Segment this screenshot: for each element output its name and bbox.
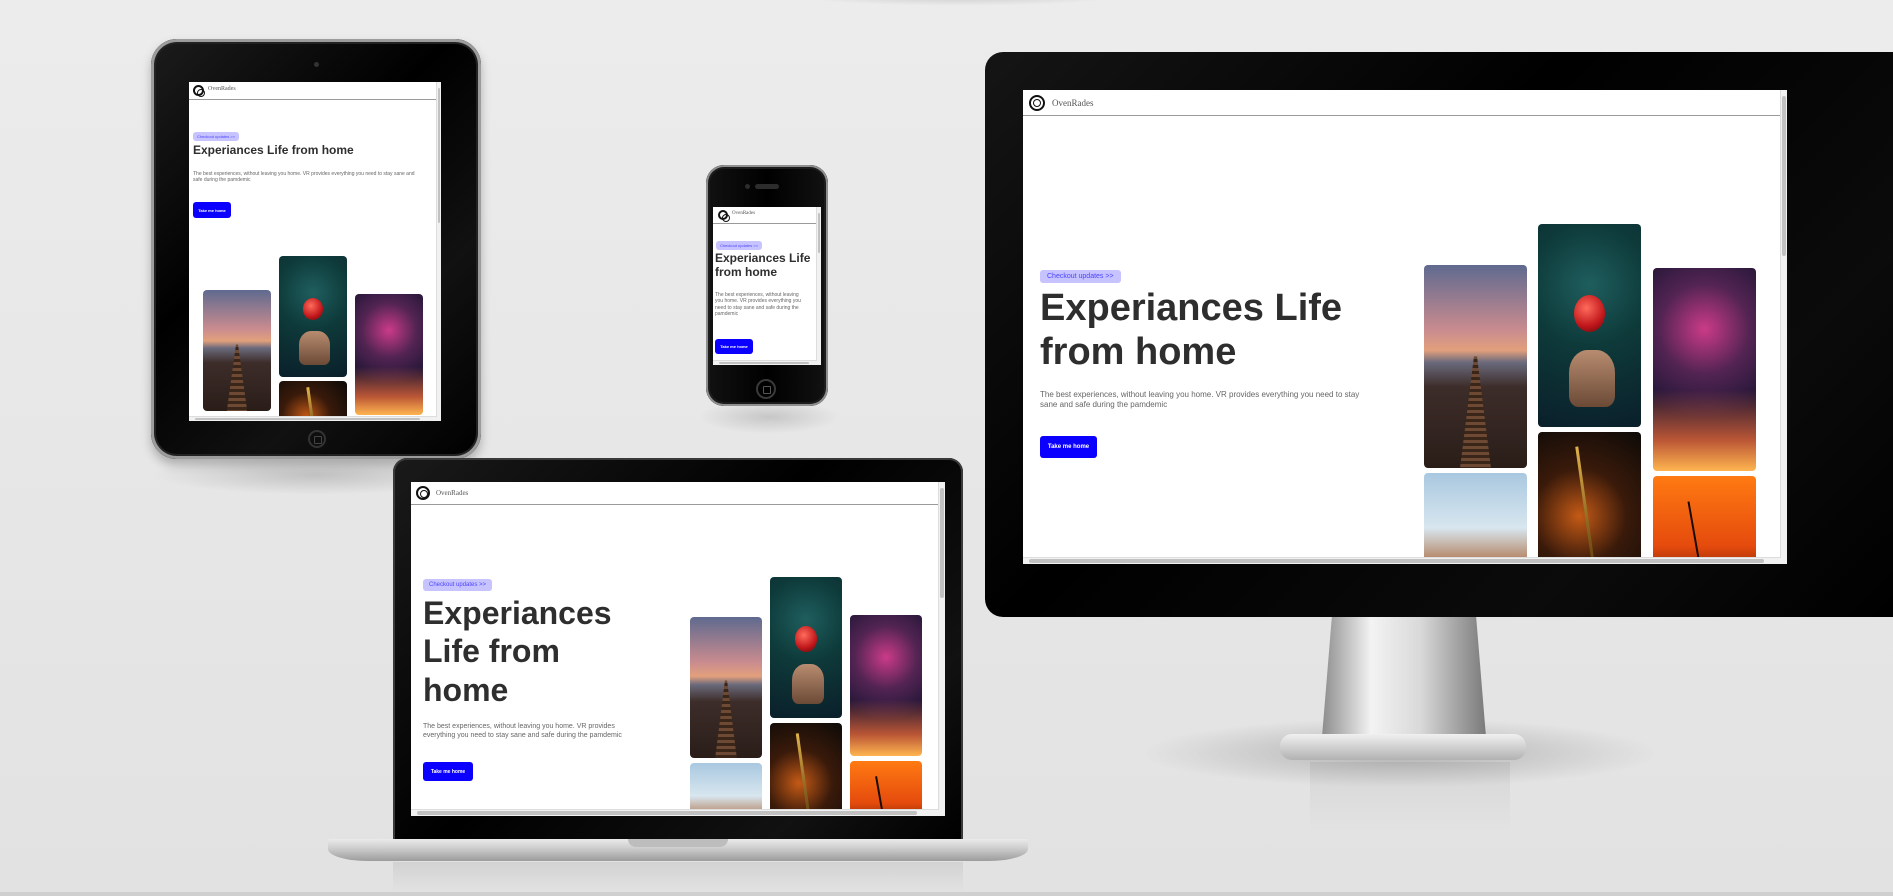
gallery-image-apple [1538,224,1641,427]
brand-name[interactable]: OvenRades [1052,98,1094,108]
monitor-reflection [1310,762,1510,832]
monitor-screen: OvenRades Checkout updates >> Experiance… [1023,90,1787,564]
monitor-site: OvenRades Checkout updates >> Experiance… [1023,90,1787,564]
monitor-stand-neck [1322,617,1486,737]
updates-badge[interactable]: Checkout updates >> [1040,270,1121,283]
gallery-image-apple [770,577,842,718]
navbar: OvenRades [1023,90,1787,116]
gallery-image-fireworks [355,294,423,415]
gallery-image-fireworks [850,615,922,756]
vertical-scrollbar[interactable] [1780,90,1787,564]
tablet-screen: OvenRades Checkout updates >> Experiance… [189,82,441,421]
gallery-image-fireworks [1653,268,1756,471]
vertical-scrollbar[interactable] [938,482,945,816]
take-me-home-button[interactable]: Take me home [715,339,753,354]
phone-site: OvenRades Checkout updates >> Experiance… [713,207,821,365]
navbar: OvenRades [713,207,821,224]
hero-title: Experiances Life from home [423,595,612,708]
navbar: OvenRades [411,482,945,505]
take-me-home-button[interactable]: Take me home [1040,436,1097,458]
mockup-canvas: { "site": { "brand": "OvenRades", "badge… [0,0,1893,896]
hero-subtitle: The best experiences, without leaving yo… [193,171,415,184]
laptop-screen: OvenRades Checkout updates >> Experiance… [411,482,945,816]
horizontal-scrollbar[interactable] [189,416,437,421]
gallery-image-sky [1424,473,1527,564]
gallery-image-orange [1653,476,1756,564]
phone-speaker [755,184,779,189]
gallery-image-pier [1424,265,1527,468]
vertical-scrollbar[interactable] [436,82,441,421]
horizontal-scrollbar[interactable] [411,809,939,816]
hero-title: Experiances Life from home [715,251,811,279]
brand-name[interactable]: OvenRades [732,211,755,216]
gallery-image-plants [770,723,842,816]
updates-badge[interactable]: Checkout updates >> [423,579,493,591]
hero-title: Experiances Life from home [1040,287,1343,373]
horizontal-scrollbar[interactable] [713,360,817,365]
laptop-site: OvenRades Checkout updates >> Experiance… [411,482,945,816]
horizontal-scrollbar[interactable] [1023,557,1781,564]
logo-icon[interactable] [1029,95,1045,111]
laptop-reflection [393,862,963,892]
phone-home-button [756,379,776,399]
gallery-image-pier [690,617,762,758]
vertical-scrollbar[interactable] [816,207,821,365]
hero-subtitle: The best experiences, without leaving yo… [715,292,801,317]
logo-icon[interactable] [193,85,205,97]
hero-subtitle: The best experiences, without leaving yo… [1040,390,1360,409]
phone-screen: OvenRades Checkout updates >> Experiance… [713,207,821,365]
laptop-notch [628,839,728,847]
gallery-image-orange [850,761,922,816]
logo-icon[interactable] [416,486,430,500]
gallery-image-plants [1538,432,1641,564]
hero-subtitle: The best experiences, without leaving yo… [423,723,622,739]
updates-badge[interactable]: Checkout updates >> [193,132,240,141]
gallery-image-apple [279,256,347,377]
hero-title: Experiances Life from home [193,143,354,157]
phone-camera-icon [745,184,750,189]
take-me-home-button[interactable]: Take me home [193,202,231,218]
brand-name[interactable]: OvenRades [208,86,236,92]
navbar: OvenRades [189,82,441,100]
tablet-camera-icon [314,62,319,67]
take-me-home-button[interactable]: Take me home [423,762,473,781]
floor-line [0,892,1893,896]
gallery-image-plants [279,381,347,421]
monitor-stand-foot [1280,734,1526,760]
logo-icon[interactable] [718,210,730,222]
tablet-home-button [308,430,326,448]
updates-badge[interactable]: Checkout updates >> [716,241,763,250]
top-shadow [780,0,1140,6]
tablet-site: OvenRades Checkout updates >> Experiance… [189,82,441,421]
gallery-image-pier [203,290,271,411]
brand-name[interactable]: OvenRades [436,489,468,497]
